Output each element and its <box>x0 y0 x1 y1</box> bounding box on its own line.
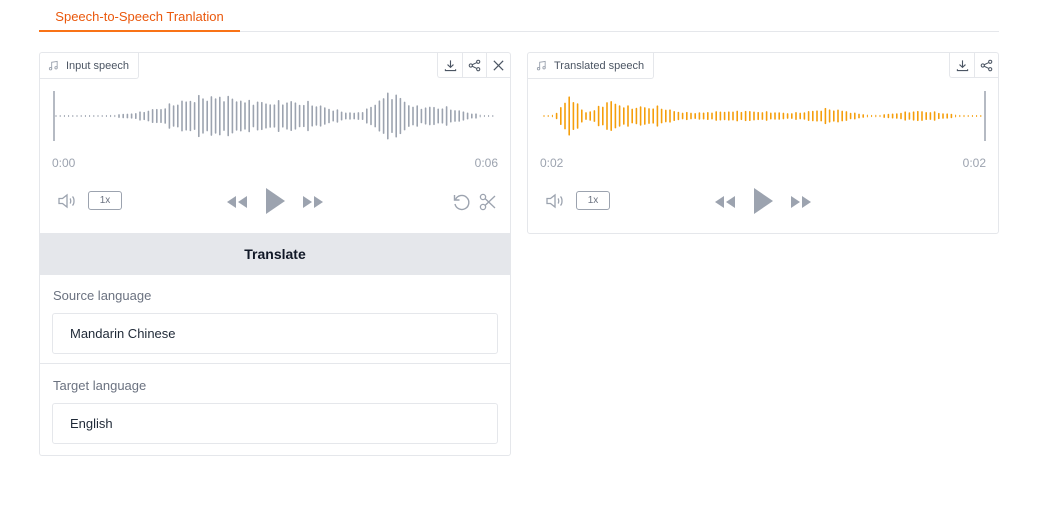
share-button[interactable] <box>462 53 486 77</box>
music-note-icon <box>48 60 58 71</box>
target-language-label: Target language <box>53 378 147 393</box>
rewind-icon <box>715 195 735 208</box>
clear-button[interactable] <box>486 53 510 77</box>
translated-speech-panel: Translated speech 0:02 0:02 1x <box>527 52 999 234</box>
music-note-icon <box>536 60 546 71</box>
translated-time-start: 0:02 <box>540 156 564 170</box>
tab-bar: Speech-to-Speech Tranlation <box>39 0 999 32</box>
volume-button[interactable] <box>544 191 568 211</box>
language-settings: Source language Mandarin Chinese Target … <box>39 274 511 456</box>
close-icon <box>493 59 504 71</box>
translated-time-end: 0:02 <box>962 156 986 170</box>
undo-icon <box>453 194 470 211</box>
playback-speed-button[interactable]: 1x <box>88 191 122 210</box>
input-speech-label: Input speech <box>40 53 139 79</box>
input-speech-panel: Input speech 0:00 0:06 1x <box>39 52 511 234</box>
play-button[interactable] <box>263 187 287 215</box>
download-icon <box>444 59 456 71</box>
playback-speed-button[interactable]: 1x <box>576 191 610 210</box>
input-time-end: 0:06 <box>474 156 498 170</box>
input-time-start: 0:00 <box>52 156 76 170</box>
download-icon <box>956 59 968 71</box>
volume-icon <box>58 193 75 209</box>
input-actions <box>437 53 510 78</box>
download-button[interactable] <box>438 53 462 77</box>
input-waveform[interactable] <box>52 85 498 147</box>
fast-forward-icon <box>303 195 323 208</box>
play-icon <box>754 188 773 214</box>
translated-waveform[interactable] <box>540 85 986 147</box>
translate-button[interactable]: Translate <box>39 233 511 275</box>
play-icon <box>266 188 285 214</box>
translated-speech-label: Translated speech <box>528 53 655 79</box>
share-icon <box>980 59 993 71</box>
share-icon <box>468 59 481 71</box>
volume-button[interactable] <box>56 191 80 211</box>
source-language-label: Source language <box>53 288 152 303</box>
rewind-button[interactable] <box>225 193 249 210</box>
source-language-input[interactable]: Mandarin Chinese <box>52 313 498 354</box>
rewind-icon <box>227 195 247 208</box>
undo-button[interactable] <box>450 192 472 212</box>
fast-forward-icon <box>791 195 811 208</box>
download-button[interactable] <box>950 53 974 77</box>
tab-speech-to-speech[interactable]: Speech-to-Speech Tranlation <box>39 0 240 32</box>
fast-forward-button[interactable] <box>301 193 325 210</box>
play-button[interactable] <box>751 187 775 215</box>
target-language-input[interactable]: English <box>52 403 498 444</box>
scissors-icon <box>479 193 496 211</box>
rewind-button[interactable] <box>713 193 737 210</box>
translated-actions <box>949 53 998 78</box>
divider <box>40 363 510 364</box>
fast-forward-button[interactable] <box>789 193 813 210</box>
trim-button[interactable] <box>477 192 499 212</box>
share-button[interactable] <box>974 53 998 77</box>
volume-icon <box>546 193 563 209</box>
